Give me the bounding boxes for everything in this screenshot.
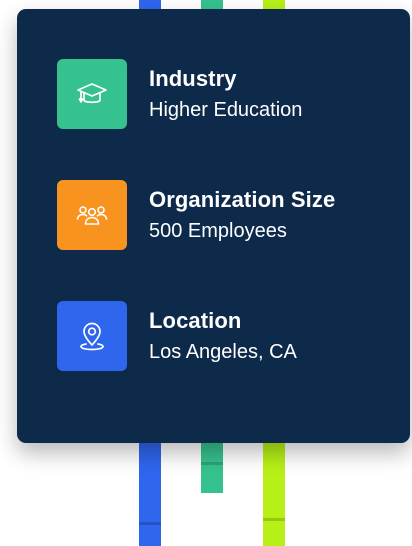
organization-size-value: 500 Employees	[149, 220, 287, 242]
industry-icon-box	[57, 59, 127, 129]
people-group-icon	[76, 206, 108, 225]
industry-value: Higher Education	[149, 99, 303, 121]
location-label: Location	[149, 308, 242, 333]
organization-size-text: Organization Size 500 Employees	[149, 186, 335, 244]
bar-lime-segment	[263, 518, 285, 521]
industry-item: Industry Higher Education	[57, 59, 397, 129]
location-text: Location Los Angeles, CA	[149, 307, 297, 365]
location-pin-icon	[80, 322, 104, 351]
bar-green-segment	[201, 462, 223, 465]
industry-text: Industry Higher Education	[149, 65, 302, 123]
location-value: Los Angeles, CA	[149, 341, 297, 363]
stage: Industry Higher Education Organization S…	[0, 0, 412, 546]
graduation-cap-icon	[77, 83, 107, 104]
location-icon-box	[57, 301, 127, 371]
industry-label: Industry	[149, 66, 237, 91]
organization-size-label: Organization Size	[149, 187, 336, 212]
location-item: Location Los Angeles, CA	[57, 301, 397, 371]
bar-blue-segment	[139, 522, 161, 525]
organization-size-item: Organization Size 500 Employees	[57, 180, 397, 250]
organization-size-icon-box	[57, 180, 127, 250]
organization-profile-card: Industry Higher Education Organization S…	[17, 9, 410, 443]
